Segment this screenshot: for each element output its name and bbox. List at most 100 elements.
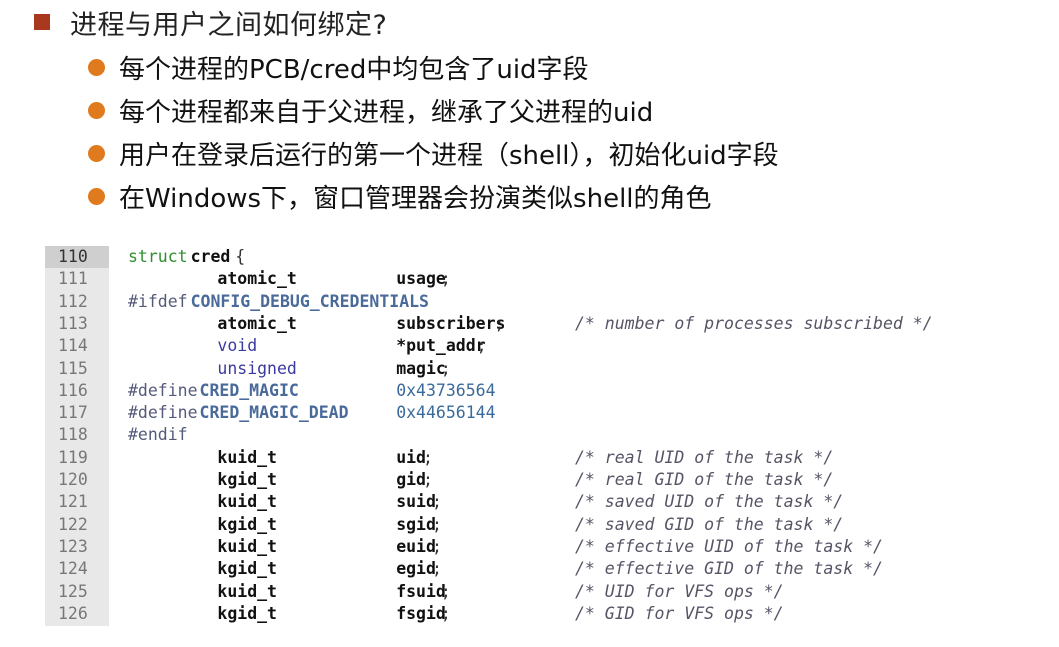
code-line: 114 void *put_addr;: [45, 335, 1045, 357]
line-number: 121: [58, 492, 88, 512]
line-number: 124: [58, 559, 88, 579]
bullet-text: 在Windows下，窗口管理器会扮演类似shell的角色: [119, 184, 712, 214]
code-line: 125 kuid_t fsuid; /* UID for VFS ops */: [45, 581, 1045, 603]
code-listing: 110 struct cred{111 atomic_t usage; 112 #ifdef…: [45, 246, 1045, 626]
code-line: 118 #endif: [45, 424, 1045, 446]
circle-bullet-icon: [88, 59, 105, 76]
code-punct: ;: [440, 358, 451, 378]
code-type: atomic_t: [217, 269, 297, 289]
code-punct: ;: [431, 492, 442, 512]
circle-bullet-icon: [88, 102, 105, 119]
code-line: 113 atomic_t subscribers; /* number of proc…: [45, 313, 1045, 335]
code-comment: /* real UID of the task */: [575, 447, 834, 467]
line-number: 112: [58, 291, 88, 311]
code-number: 0x43736564: [396, 380, 496, 400]
code-line: 110 struct cred{: [45, 246, 1045, 269]
line-number: 114: [58, 336, 88, 356]
code-identifier: subscribers: [396, 313, 506, 333]
code-type: kuid_t: [217, 447, 277, 467]
code-comment: /* UID for VFS ops */: [575, 581, 784, 601]
bullet-list: 每个进程的PCB/cred中均包含了uid字段 每个进程都来自于父进程，继承了父…: [88, 46, 779, 218]
list-item: 每个进程的PCB/cred中均包含了uid字段: [88, 46, 779, 89]
code-type: atomic_t: [217, 313, 297, 333]
code-punct: ;: [494, 313, 505, 333]
slide-heading: 进程与用户之间如何绑定?: [34, 2, 387, 42]
code-comment: /* saved GID of the task */: [575, 514, 844, 534]
code-type: kgid_t: [217, 603, 277, 623]
line-number: 125: [58, 581, 88, 601]
line-number: 116: [58, 380, 88, 400]
code-identifier: euid: [396, 536, 436, 556]
code-type: kgid_t: [217, 470, 277, 489]
code-macro: CRED_MAGIC: [199, 380, 299, 400]
code-punct: {: [235, 247, 246, 266]
line-number: 117: [58, 403, 88, 423]
code-line: 112 #ifdef CONFIG_DEBUG_CREDENTIALS: [45, 291, 1045, 313]
code-identifier: gid: [396, 470, 426, 489]
code-line: 126 kgid_t fsgid; /* GID for VFS ops */: [45, 603, 1045, 625]
code-identifier: fsuid: [396, 581, 446, 601]
code-identifier: suid: [396, 492, 436, 512]
code-punct: ;: [431, 536, 442, 556]
code-identifier: *put_addr: [396, 336, 486, 356]
code-line: 117 #define CRED_MAGIC_DEAD 0x44656144: [45, 402, 1045, 424]
code-comment: /* effective GID of the task */: [575, 559, 883, 579]
code-line: 124 kgid_t egid; /* effective GID of the ta…: [45, 558, 1045, 580]
code-type: kuid_t: [217, 536, 277, 556]
bullet-text: 用户在登录后运行的第一个进程（shell），初始化uid字段: [119, 141, 779, 171]
code-punct: ;: [476, 336, 487, 356]
code-type: kgid_t: [217, 514, 277, 534]
code-type: kuid_t: [217, 492, 277, 512]
code-type: unsigned: [217, 358, 297, 378]
line-number: 119: [58, 447, 88, 467]
code-type: kgid_t: [217, 559, 277, 579]
list-item: 每个进程都来自于父进程，继承了父进程的uid: [88, 89, 779, 132]
bullet-text: 每个进程都来自于父进程，继承了父进程的uid: [119, 98, 654, 128]
code-macro: CONFIG_DEBUG_CREDENTIALS: [190, 291, 429, 311]
code-line: 120 kgid_t gid; /* real GID of the task */: [45, 469, 1045, 491]
line-number: 120: [58, 470, 88, 489]
code-line: 111 atomic_t usage;: [45, 268, 1045, 290]
code-punct: ;: [440, 269, 451, 289]
code-preprocessor: #define: [128, 403, 198, 423]
line-number: 110: [45, 246, 109, 269]
square-bullet-icon: [34, 14, 50, 30]
code-comment: /* saved UID of the task */: [575, 492, 844, 512]
code-type: kuid_t: [217, 581, 277, 601]
list-item: 用户在登录后运行的第一个进程（shell），初始化uid字段: [88, 132, 779, 175]
code-identifier: cred: [190, 247, 231, 266]
code-identifier: usage: [396, 269, 446, 289]
line-number: 123: [58, 536, 88, 556]
circle-bullet-icon: [88, 145, 105, 162]
code-punct: ;: [431, 559, 442, 579]
code-comment: /* real GID of the task */: [575, 470, 834, 489]
line-number: 115: [58, 358, 88, 378]
code-punct: ;: [431, 514, 442, 534]
code-keyword: struct: [128, 247, 188, 266]
code-comment: /* GID for VFS ops */: [575, 603, 784, 623]
code-line: 116 #define CRED_MAGIC 0x43736564: [45, 380, 1045, 402]
code-line: 122 kgid_t sgid; /* saved GID of the task *…: [45, 514, 1045, 536]
code-identifier: uid: [396, 447, 426, 467]
slide-title: 进程与用户之间如何绑定?: [70, 9, 388, 41]
line-number: 126: [58, 603, 88, 623]
code-punct: ;: [440, 581, 451, 601]
circle-bullet-icon: [88, 188, 105, 205]
code-preprocessor: #endif: [128, 425, 188, 445]
code-punct: ;: [423, 470, 433, 489]
code-type: void: [217, 336, 258, 356]
code-line: 115 unsigned magic;: [45, 358, 1045, 380]
line-number: 111: [58, 269, 88, 289]
code-line: 121 kuid_t suid; /* saved UID of the task *…: [45, 491, 1045, 513]
code-comment: /* number of processes subscribed */: [575, 313, 933, 333]
code-identifier: egid: [396, 559, 436, 579]
code-punct: ;: [423, 447, 433, 467]
line-number: 118: [58, 425, 88, 445]
code-comment: /* effective UID of the task */: [575, 536, 883, 556]
code-preprocessor: #define: [128, 380, 198, 400]
bullet-text: 每个进程的PCB/cred中均包含了uid字段: [119, 55, 589, 85]
code-preprocessor: #ifdef: [128, 291, 188, 311]
code-identifier: fsgid: [396, 603, 446, 623]
code-line: 123 kuid_t euid; /* effective UID of the ta…: [45, 536, 1045, 558]
line-number: 113: [58, 313, 88, 333]
